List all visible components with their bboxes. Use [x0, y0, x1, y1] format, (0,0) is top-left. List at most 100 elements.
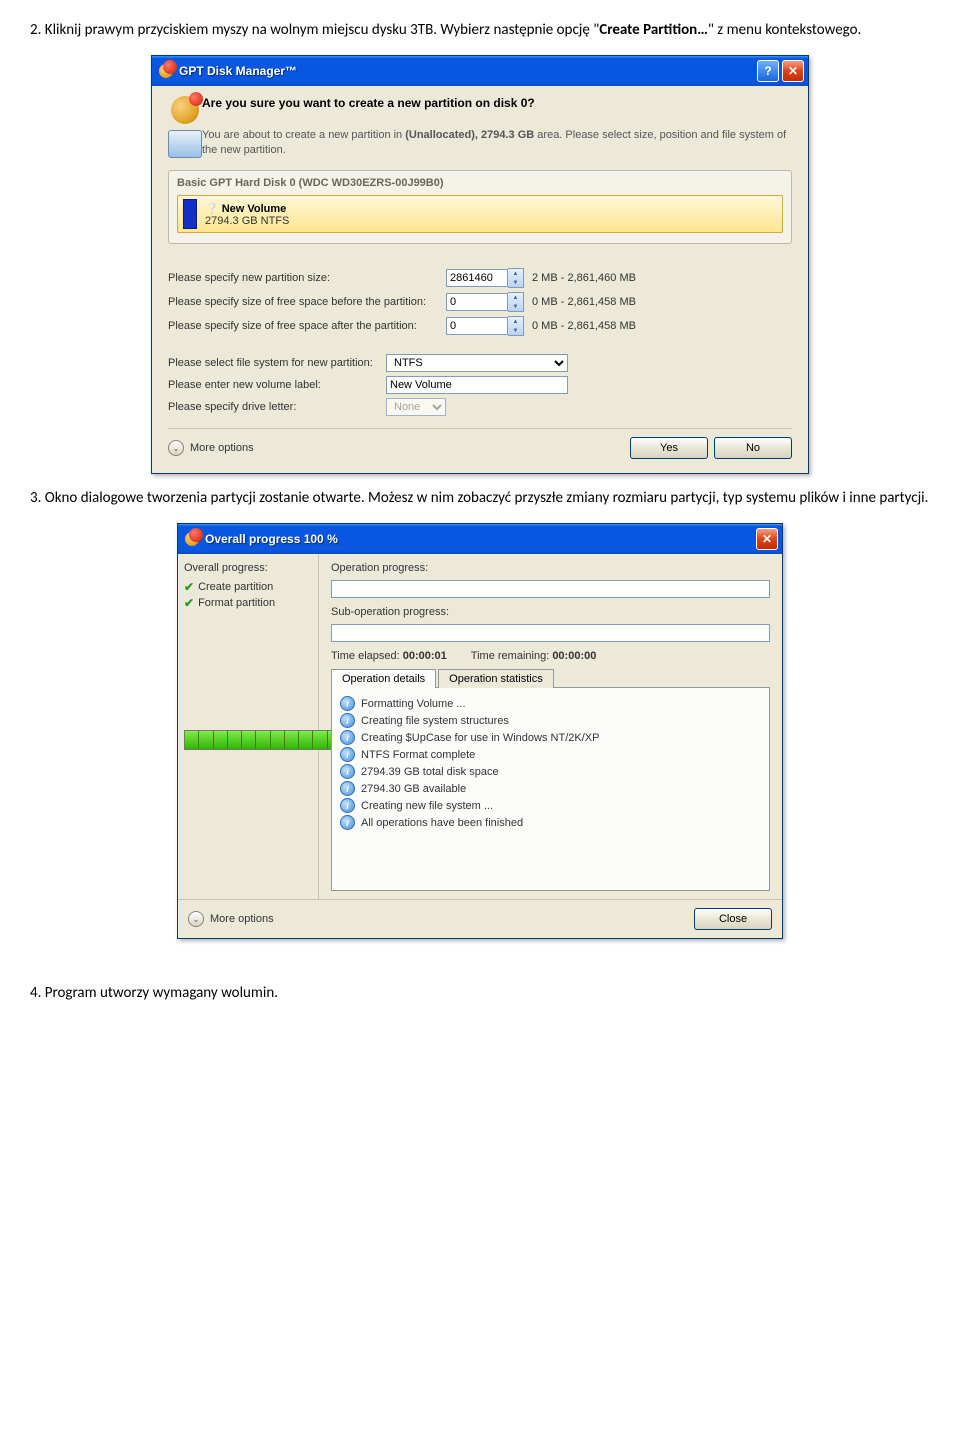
bold-text: Create Partition… [599, 21, 708, 39]
volume-info: ❔New Volume 2794.3 GB NTFS [205, 202, 289, 227]
spinner[interactable]: ▲▼ [508, 316, 524, 336]
yes-button[interactable]: Yes [630, 437, 708, 459]
disk-panel: Basic GPT Hard Disk 0 (WDC WD30EZRS-00J9… [168, 170, 792, 244]
step-format-partition: ✔Format partition [184, 596, 312, 610]
confirm-subtext: You are about to create a new partition … [202, 128, 792, 158]
operation-progress-label: Operation progress: [331, 562, 770, 574]
doc-paragraph-2: 2. Kliknij prawym przyciskiem myszy na w… [30, 20, 930, 41]
spinner[interactable]: ▲▼ [508, 268, 524, 288]
suboperation-progress-label: Sub-operation progress: [331, 606, 770, 618]
app-icon [184, 531, 200, 547]
label: Please enter new volume label: [168, 379, 386, 391]
chevron-down-icon: ⌄ [188, 911, 204, 927]
log-text: All operations have been finished [361, 817, 523, 829]
check-icon: ✔ [184, 580, 194, 594]
tab-operation-details[interactable]: Operation details [331, 669, 436, 688]
text: " z menu kontekstowego. [708, 21, 861, 39]
log-text: NTFS Format complete [361, 749, 475, 761]
tab-operation-statistics[interactable]: Operation statistics [438, 669, 554, 688]
titlebar[interactable]: GPT Disk Manager™ ? ✕ [152, 56, 808, 86]
sidebar-heading: Overall progress: [184, 562, 312, 574]
more-options-label: More options [210, 913, 274, 925]
partition-size-input[interactable] [446, 269, 508, 287]
range-text: 0 MB - 2,861,458 MB [532, 320, 636, 332]
log-item: iCreating file system structures [340, 713, 761, 728]
space-after-input[interactable] [446, 317, 508, 335]
info-icon: i [340, 713, 355, 728]
sidebar: Overall progress: ✔ Create partition ✔For… [178, 554, 319, 899]
label: Please specify new partition size: [168, 272, 446, 284]
log-item: i All operations have been finished [340, 815, 761, 830]
log-text: Creating $UpCase for use in Windows NT/2… [361, 732, 599, 744]
time-elapsed-value: 00:00:01 [403, 650, 447, 662]
time-remaining-value: 00:00:00 [552, 650, 596, 662]
disk-panel-title: Basic GPT Hard Disk 0 (WDC WD30EZRS-00J9… [177, 177, 783, 189]
no-button[interactable]: No [714, 437, 792, 459]
window-title: GPT Disk Manager™ [179, 64, 754, 78]
log-text: Formatting Volume ... [361, 698, 466, 710]
field-drive-letter: Please specify drive letter: None [168, 398, 792, 416]
log-item: i 2794.30 GB available [340, 781, 761, 796]
log-text: 2794.39 GB total disk space [361, 766, 499, 778]
more-options-toggle[interactable]: ⌄ More options [188, 911, 274, 927]
help-button[interactable]: ? [757, 60, 779, 82]
volume-box[interactable]: ❔New Volume 2794.3 GB NTFS [177, 195, 783, 233]
info-icon: i [340, 815, 355, 830]
main-panel: Operation progress: Sub-operation progre… [319, 554, 782, 899]
tab-panel: i Formatting Volume ... iCreating file sy… [331, 687, 770, 891]
label: Please select file system for new partit… [168, 357, 386, 369]
log-item: iCreating new file system ... [340, 798, 761, 813]
label: Please specify drive letter: [168, 401, 386, 413]
app-icon [158, 63, 174, 79]
log-item: i Creating $UpCase for use in Windows NT/… [340, 730, 761, 745]
window-title: Overall progress 100 % [205, 532, 753, 546]
more-options-label: More options [190, 442, 254, 454]
info-icon: i [340, 747, 355, 762]
time-remaining-label: Time remaining: [471, 650, 549, 662]
time-row: Time elapsed: 00:00:01 Time remaining: 0… [331, 650, 770, 662]
dialog-create-partition: GPT Disk Manager™ ? ✕ Are you sure you w… [151, 55, 809, 474]
doc-paragraph-4: 4. Program utworzy wymagany wolumin. [30, 983, 930, 1004]
log-item: i 2794.39 GB total disk space [340, 764, 761, 779]
volume-label-input[interactable] [386, 376, 568, 394]
info-icon: i [340, 798, 355, 813]
field-space-before: Please specify size of free space before… [168, 292, 792, 312]
range-text: 2 MB - 2,861,460 MB [532, 272, 636, 284]
close-button[interactable]: ✕ [756, 528, 778, 550]
dialog-body: Overall progress: ✔ Create partition ✔For… [178, 554, 782, 899]
text: You are about to create a new partition … [202, 129, 405, 141]
drive-letter-select: None [386, 398, 446, 416]
space-before-input[interactable] [446, 293, 508, 311]
dialog-footer: ⌄ More options Yes No [168, 428, 792, 459]
close-button[interactable]: Close [694, 908, 772, 930]
text-bold: (Unallocated), 2794.3 GB [405, 129, 534, 141]
volume-help-icon: ❔ [205, 203, 219, 215]
range-text: 0 MB - 2,861,458 MB [532, 296, 636, 308]
step-label: Create partition [198, 581, 273, 593]
spinner[interactable]: ▲▼ [508, 292, 524, 312]
more-options-toggle[interactable]: ⌄ More options [168, 440, 254, 456]
dialog-progress: Overall progress 100 % ✕ Overall progres… [177, 523, 783, 939]
operation-progress-bar [331, 580, 770, 598]
volume-size: 2794.3 GB NTFS [205, 215, 289, 227]
chevron-down-icon: ⌄ [168, 440, 184, 456]
text: 2. Kliknij prawym przyciskiem myszy na w… [30, 21, 599, 39]
info-icon: i [340, 781, 355, 796]
dialog-footer: ⌄ More options Close [178, 899, 782, 938]
field-filesystem: Please select file system for new partit… [168, 354, 792, 372]
titlebar[interactable]: Overall progress 100 % ✕ [178, 524, 782, 554]
info-icon: i [340, 730, 355, 745]
confirm-heading: Are you sure you want to create a new pa… [202, 96, 792, 110]
partition-color-swatch [183, 199, 197, 229]
info-icon: i [340, 696, 355, 711]
filesystem-select[interactable]: NTFS [386, 354, 568, 372]
field-volume-label: Please enter new volume label: [168, 376, 792, 394]
log-text: 2794.30 GB available [361, 783, 466, 795]
field-partition-size: Please specify new partition size: ▲▼ 2 … [168, 268, 792, 288]
time-elapsed-label: Time elapsed: [331, 650, 400, 662]
log-item: i NTFS Format complete [340, 747, 761, 762]
doc-paragraph-3: 3. Okno dialogowe tworzenia partycji zos… [30, 488, 930, 509]
info-icon: i [340, 764, 355, 779]
tabs: Operation details Operation statistics [331, 668, 770, 687]
close-button[interactable]: ✕ [782, 60, 804, 82]
